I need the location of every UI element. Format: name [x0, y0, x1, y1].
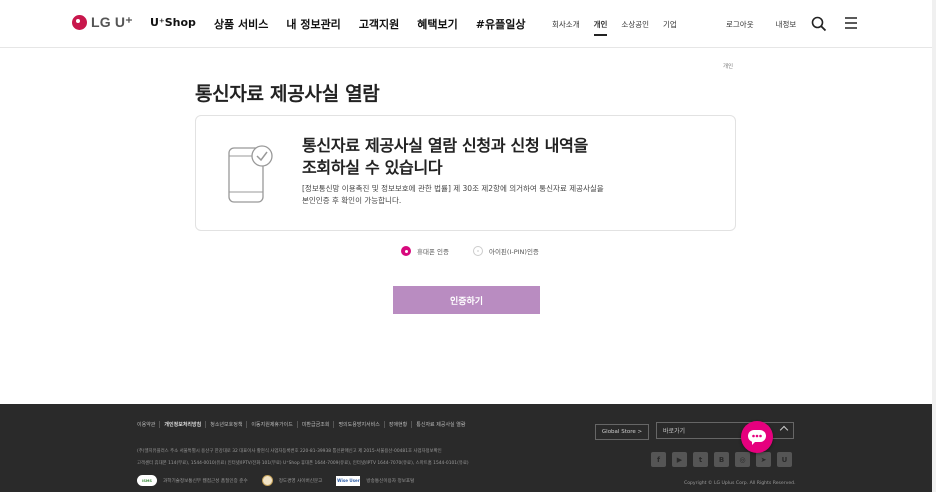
blog-icon[interactable]: B [714, 452, 729, 467]
isms-badge-icon: ISMS [137, 475, 157, 486]
chevron-up-icon [779, 425, 789, 435]
hamburger-menu-icon[interactable] [844, 16, 858, 30]
nav-item-support[interactable]: 고객지원 [359, 16, 399, 32]
global-store-button[interactable]: Global Store > [595, 424, 649, 440]
nav-item-benefits[interactable]: 혜택보기 [417, 16, 457, 32]
breadcrumb: 개인 [723, 64, 734, 70]
page-title: 통신자료 제공사실 열람 [195, 83, 380, 105]
company-info-line2: 고객센터 휴대폰 114(무료), 1544-0010(유료) 인터넷/IPTV… [137, 461, 469, 466]
footer-link-identity[interactable]: 명의도용방지서비스 [334, 421, 385, 428]
footer-link-youth[interactable]: 청소년보호정책 [206, 421, 248, 428]
footer-link-refund[interactable]: 미환급금조회 [298, 421, 335, 428]
lg-uplus-logo[interactable]: LG U⁺ [72, 14, 133, 31]
cert-ethics[interactable]: 정도경영 사이버신문고 [279, 478, 323, 484]
footer-links: 이용약관 개인정보처리방침 청소년보호정책 이동지원제휴가이드 미환급금조회 명… [137, 421, 469, 428]
card-desc-line1: [정보통신망 이용촉진 및 정보보호에 관한 법률] 제 30조 제2항에 의거… [302, 184, 604, 193]
segment-enterprise[interactable]: 기업 [663, 19, 677, 36]
card-headline-line2: 조회하실 수 있습니다 [302, 158, 443, 177]
wiseuser-badge-icon: Wise User [336, 475, 361, 486]
card-description: [정보통신망 이용촉진 및 정보보호에 관한 법률] 제 30조 제2항에 의거… [302, 183, 702, 207]
ethics-badge-icon [261, 475, 273, 486]
footer-link-privacy[interactable]: 개인정보처리방침 [160, 421, 207, 428]
social-links: f ▶ t B ◎ ➤ U [651, 452, 792, 467]
card-desc-line2: 본인인증 후 확인이 가능합니다. [302, 196, 402, 205]
footer-link-outage[interactable]: 장애현황 [385, 421, 413, 428]
card-headline: 통신자료 제공사실 열람 신청과 신청 내역을 조회하실 수 있습니다 [302, 135, 702, 179]
company-info: (주)엘지유플러스 주소 서울특별시 용산구 한강대로 32 대표이사 황현식 … [137, 446, 537, 470]
logo-text: LG U⁺ [91, 14, 133, 30]
cert-wiseuser[interactable]: 방송통신이용자 정보포털 [366, 478, 414, 484]
verify-button[interactable]: 인증하기 [393, 286, 540, 314]
certifications: ISMS 과학기술정보통신부 웹접근성 품질인증 준수 정도경영 사이버신문고 … [137, 475, 414, 486]
auth-option-ipin[interactable]: 아이핀(I-PIN)인증 [472, 246, 539, 256]
facebook-icon[interactable]: f [651, 452, 666, 467]
instagram-icon[interactable]: ◎ [735, 452, 750, 467]
segment-small-business[interactable]: 소상공인 [621, 19, 649, 36]
chatbot-button[interactable] [741, 421, 773, 453]
goto-select[interactable]: 바로가기 [656, 422, 794, 439]
goto-select-label: 바로가기 [663, 428, 686, 435]
footer: 이용약관 개인정보처리방침 청소년보호정책 이동지원제휴가이드 미환급금조회 명… [0, 404, 932, 492]
company-info-line1: (주)엘지유플러스 주소 서울특별시 용산구 한강대로 32 대표이사 황현식 … [137, 449, 442, 454]
auth-option-ipin-label: 아이핀(I-PIN)인증 [488, 248, 539, 256]
post-icon[interactable]: ➤ [756, 452, 771, 467]
segment-nav: 회사소개 개인 소상공인 기업 [552, 19, 677, 36]
app-icon[interactable]: U [777, 452, 792, 467]
global-header: LG U⁺ U⁺Shop 상품 서비스 내 정보관리 고객지원 혜택보기 #유플… [0, 0, 936, 48]
auth-option-phone-label: 휴대폰 인증 [417, 248, 449, 256]
my-info-link[interactable]: 내정보 [776, 19, 797, 30]
footer-link-terms[interactable]: 이용약관 [137, 421, 161, 428]
twitter-icon[interactable]: t [693, 452, 708, 467]
nav-item-ushop[interactable]: U⁺Shop [150, 16, 196, 32]
info-card: 통신자료 제공사실 열람 신청과 신청 내역을 조회하실 수 있습니다 [정보통… [195, 115, 736, 231]
logout-link[interactable]: 로그아웃 [726, 19, 754, 30]
card-headline-line1: 통신자료 제공사실 열람 신청과 신청 내역을 [302, 136, 588, 155]
nav-item-uplus-daily[interactable]: #유플일상 [476, 16, 526, 32]
segment-personal[interactable]: 개인 [593, 19, 608, 36]
footer-link-mvno[interactable]: 이동지원제휴가이드 [247, 421, 298, 428]
nav-item-my-info[interactable]: 내 정보관리 [286, 16, 340, 32]
radio-unselected-icon[interactable] [472, 246, 483, 256]
segment-company[interactable]: 회사소개 [552, 19, 580, 36]
radio-selected-icon[interactable] [401, 246, 411, 256]
main-nav: U⁺Shop 상품 서비스 내 정보관리 고객지원 혜택보기 #유플일상 [150, 16, 525, 32]
cert-accessibility[interactable]: 과학기술정보통신부 웹접근성 품질인증 준수 [163, 478, 248, 484]
auth-method-group: 휴대폰 인증 아이핀(I-PIN)인증 [401, 246, 539, 256]
page-scrollbar[interactable] [932, 0, 936, 492]
youtube-icon[interactable]: ▶ [672, 452, 687, 467]
search-icon[interactable] [811, 16, 827, 32]
auth-option-phone[interactable]: 휴대폰 인증 [401, 246, 449, 256]
chatbot-icon [748, 430, 766, 445]
nav-item-products[interactable]: 상품 서비스 [214, 16, 268, 32]
copyright: Copyright © LG Uplus Corp. All Rights Re… [684, 481, 796, 486]
footer-link-data-view[interactable]: 통신자료 제공사실 열람 [412, 421, 469, 428]
phone-check-icon [228, 145, 273, 203]
util-nav: 로그아웃 내정보 [726, 19, 796, 30]
lg-logo-icon [72, 15, 87, 30]
